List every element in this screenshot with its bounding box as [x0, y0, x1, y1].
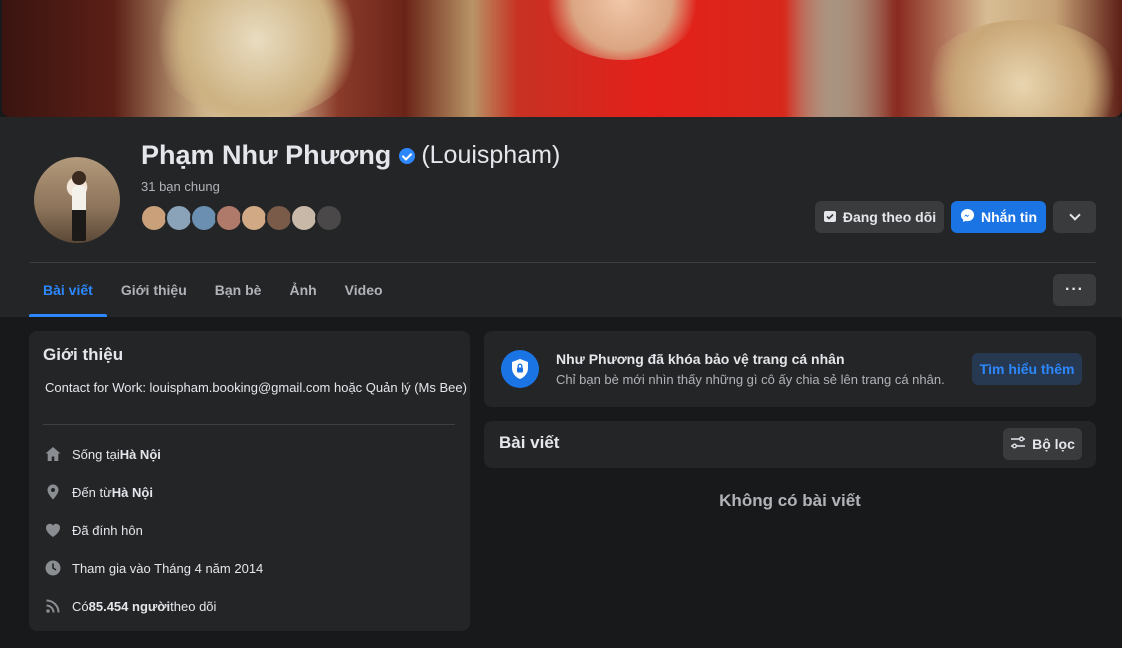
mutual-friend-avatar[interactable]	[290, 204, 318, 232]
message-label: Nhắn tin	[981, 209, 1037, 225]
intro-card: Giới thiệu Contact for Work: louispham.b…	[29, 331, 470, 631]
location-pin-icon	[43, 482, 63, 502]
intro-title: Giới thiệu	[43, 345, 124, 364]
tab-videos[interactable]: Video	[331, 263, 397, 317]
info-followers: Có 85.454 người theo dõi	[43, 596, 216, 616]
following-button[interactable]: Đang theo dõi	[815, 201, 944, 233]
mutual-friends-avatars	[140, 204, 343, 232]
mutual-friend-avatar[interactable]	[140, 204, 168, 232]
locked-title: Như Phương đã khóa bảo vệ trang cá nhân	[556, 351, 845, 367]
tab-friends[interactable]: Bạn bè	[201, 263, 276, 317]
cover-area	[0, 0, 1122, 117]
mutual-friend-avatar[interactable]	[265, 204, 293, 232]
rss-icon	[43, 596, 63, 616]
intro-bio: Contact for Work: louispham.booking@gmai…	[45, 380, 467, 395]
profile-more-button[interactable]	[1053, 201, 1096, 233]
profile-name: Phạm Như Phương	[141, 140, 392, 170]
profile-tabs: Bài viết Giới thiệu Bạn bè Ảnh Video	[29, 263, 397, 317]
info-lives-in: Sống tại Hà Nội	[43, 444, 161, 464]
no-posts-message: Không có bài viết	[719, 491, 861, 510]
following-check-icon	[823, 209, 837, 226]
info-relationship: Đã đính hôn	[43, 520, 143, 540]
posts-title: Bài viết	[499, 433, 560, 452]
mutual-friend-avatar[interactable]	[190, 204, 218, 232]
intro-divider	[43, 424, 455, 425]
posts-header-card: Bài viết Bộ lọc	[484, 421, 1096, 468]
locked-subtitle: Chỉ bạn bè mới nhìn thấy những gì cô ấy …	[556, 372, 945, 387]
tabs-more-button[interactable]: ···	[1053, 274, 1096, 306]
tab-photos[interactable]: Ảnh	[275, 263, 330, 317]
verified-badge-icon	[399, 147, 416, 164]
profile-name-row: Phạm Như Phương (Louispham)	[141, 140, 560, 171]
messenger-icon	[960, 208, 975, 226]
clock-icon	[43, 558, 63, 578]
tab-posts[interactable]: Bài viết	[29, 263, 107, 317]
learn-more-button[interactable]: Tìm hiểu thêm	[972, 353, 1082, 385]
profile-header: Phạm Như Phương (Louispham) 31 bạn chung…	[0, 117, 1122, 317]
mutual-friend-avatar[interactable]	[240, 204, 268, 232]
message-button[interactable]: Nhắn tin	[951, 201, 1046, 233]
shield-lock-icon	[501, 350, 539, 388]
mutual-friend-avatar[interactable]	[215, 204, 243, 232]
mutual-friends-count[interactable]: 31 bạn chung	[141, 179, 220, 194]
locked-profile-card: Như Phương đã khóa bảo vệ trang cá nhân …	[484, 331, 1096, 407]
info-from: Đến từ Hà Nội	[43, 482, 153, 502]
tab-about[interactable]: Giới thiệu	[107, 263, 201, 317]
filter-button[interactable]: Bộ lọc	[1003, 428, 1082, 460]
filter-label: Bộ lọc	[1032, 436, 1075, 452]
heart-icon	[43, 520, 63, 540]
home-icon	[43, 444, 63, 464]
mutual-friend-avatar[interactable]	[165, 204, 193, 232]
cover-photo[interactable]	[2, 0, 1122, 117]
filter-sliders-icon	[1010, 436, 1026, 453]
mutual-friend-avatar[interactable]	[315, 204, 343, 232]
profile-avatar[interactable]	[32, 155, 122, 245]
info-joined: Tham gia vào Tháng 4 năm 2014	[43, 558, 263, 578]
following-label: Đang theo dõi	[842, 209, 937, 225]
chevron-down-icon	[1068, 209, 1081, 221]
profile-alternate-name: (Louispham)	[421, 141, 561, 169]
